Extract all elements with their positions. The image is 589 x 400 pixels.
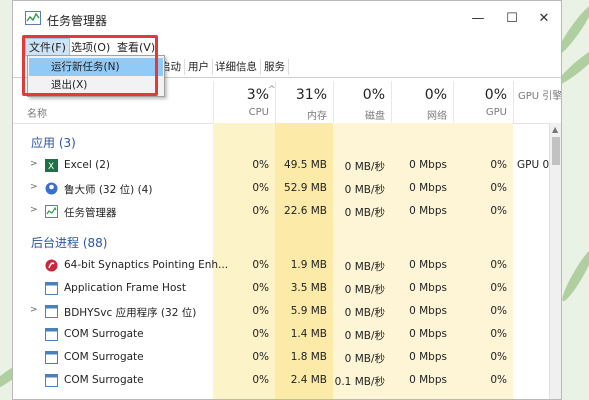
window-icon xyxy=(45,305,58,318)
expand-chevron-icon[interactable]: > xyxy=(30,159,38,169)
window-icon xyxy=(45,374,58,387)
task-manager-icon xyxy=(45,205,58,218)
svg-text:X: X xyxy=(48,162,54,172)
expand-chevron-icon[interactable]: > xyxy=(30,182,38,192)
table-row[interactable]: > 任务管理器 0% 22.6 MB 0 MB/秒 0 Mbps 0% xyxy=(13,200,549,223)
table-row[interactable]: > BDHYSvc 应用程序 (32 位) 0% 5.9 MB 0 MB/秒 0… xyxy=(13,300,549,323)
expand-chevron-icon[interactable]: > xyxy=(30,305,38,315)
gpu-engine-label: GPU 引擎 xyxy=(518,91,562,102)
scrollbar-thumb[interactable] xyxy=(552,137,560,165)
memory-total: 31% xyxy=(295,87,327,103)
cpu-total: 3% xyxy=(246,87,269,103)
column-disk-header[interactable]: 0% 磁盘 xyxy=(333,81,391,123)
column-network-header[interactable]: 0% 网络 xyxy=(391,81,453,123)
scroll-up-arrow-icon[interactable]: ▲ xyxy=(552,125,558,134)
maximize-button[interactable]: ☐ xyxy=(499,8,525,30)
background-leaf xyxy=(558,246,589,304)
expand-chevron-icon[interactable]: > xyxy=(30,205,38,215)
tab-services[interactable]: 服务 xyxy=(261,59,289,75)
table-row[interactable]: > X Excel (2) 0% 49.5 MB 0 MB/秒 0 Mbps 0… xyxy=(13,154,549,177)
disk-label: 磁盘 xyxy=(365,111,385,122)
window-icon xyxy=(45,328,58,341)
gpu-label: GPU xyxy=(485,107,507,118)
cpu-label: CPU xyxy=(248,107,269,118)
table-row[interactable]: 64-bit Synaptics Pointing Enh... 0% 1.9 … xyxy=(13,254,549,277)
table-row[interactable]: Application Frame Host 0% 3.5 MB 0 MB/秒 … xyxy=(13,277,549,300)
memory-label: 内存 xyxy=(307,111,327,122)
highlight-annotation-box xyxy=(22,35,158,96)
synaptics-icon xyxy=(45,259,58,272)
minimize-button[interactable]: — xyxy=(465,8,491,30)
ludashi-icon xyxy=(45,182,58,195)
column-gpu-header[interactable]: 0% GPU xyxy=(453,81,513,123)
vertical-scrollbar[interactable]: ▲ xyxy=(549,123,561,399)
table-row[interactable]: COM Surrogate 0% 1.4 MB 0 MB/秒 0 Mbps 0% xyxy=(13,323,549,346)
table-row[interactable]: COM Surrogate 0% 2.4 MB 0.1 MB/秒 0 Mbps … xyxy=(13,369,549,392)
group-header-apps: 应用 (3) xyxy=(31,136,76,150)
window-icon xyxy=(45,351,58,364)
network-label: 网络 xyxy=(427,111,447,122)
disk-total: 0% xyxy=(362,87,385,103)
title-bar: 任务管理器 — ☐ ✕ xyxy=(13,1,561,35)
table-row[interactable]: COM Surrogate 0% 1.8 MB 0 MB/秒 0 Mbps 0% xyxy=(13,346,549,369)
column-gpu-engine-header[interactable]: GPU 引擎 xyxy=(513,81,561,123)
tab-users[interactable]: 用户 xyxy=(185,59,213,75)
column-memory-header[interactable]: 31% 内存 xyxy=(275,81,333,123)
column-cpu-header[interactable]: 3% CPU xyxy=(213,81,275,123)
network-total: 0% xyxy=(424,87,447,103)
gpu-total: 0% xyxy=(484,87,507,103)
close-button[interactable]: ✕ xyxy=(531,8,557,30)
column-name-header[interactable]: 名称 xyxy=(27,105,47,120)
window-title: 任务管理器 xyxy=(47,14,108,28)
tab-details[interactable]: 详细信息 xyxy=(212,59,261,75)
task-manager-app-icon xyxy=(25,11,41,25)
excel-icon: X xyxy=(45,159,58,172)
group-header-background: 后台进程 (88) xyxy=(31,236,108,250)
window-icon xyxy=(45,282,58,295)
table-row[interactable]: > 鲁大师 (32 位) (4) 0% 52.9 MB 0 MB/秒 0 Mbp… xyxy=(13,177,549,200)
